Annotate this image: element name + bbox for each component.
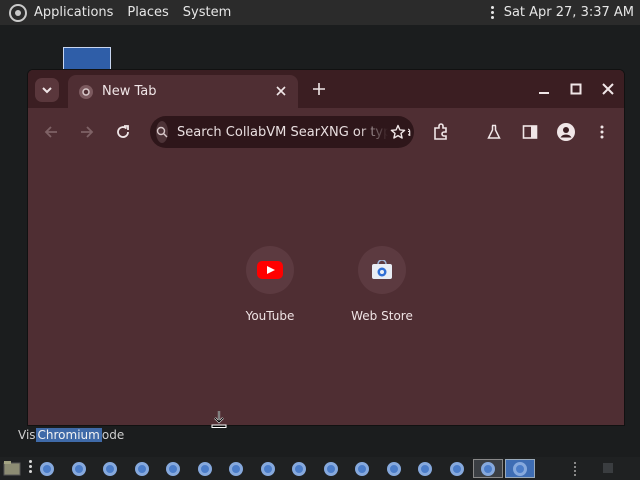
webstore-icon <box>372 260 392 279</box>
shortcut-youtube[interactable]: YouTube <box>225 246 315 323</box>
chromium-icon <box>260 461 275 476</box>
chromium-icon <box>418 461 432 476</box>
bookmark-star-button[interactable] <box>388 122 408 142</box>
browser-window: New Tab Search CollabVM SearXNG YouTube … <box>27 69 625 426</box>
maximize-icon <box>570 83 582 95</box>
extensions-button[interactable] <box>430 121 452 143</box>
menu-places[interactable]: Places <box>127 0 168 25</box>
taskbar-button[interactable] <box>410 459 440 478</box>
menu-applications[interactable]: Applications <box>34 0 113 25</box>
tab-search-button[interactable] <box>35 78 59 102</box>
taskbar-button[interactable] <box>253 459 283 478</box>
taskbar-button[interactable] <box>442 459 472 478</box>
flask-icon <box>487 124 501 139</box>
taskbar-button[interactable] <box>379 459 409 478</box>
show-desktop-icon[interactable] <box>3 460 21 476</box>
panel-handle-icon[interactable] <box>574 462 576 476</box>
avatar-icon <box>557 123 575 141</box>
taskbar-button[interactable] <box>158 459 188 478</box>
search-engine-icon[interactable] <box>156 121 168 143</box>
shortcut-label: Web Store <box>351 309 413 323</box>
drag-cursor-icon <box>211 411 227 428</box>
minimize-button[interactable] <box>535 80 553 98</box>
taskbar-button[interactable] <box>316 459 346 478</box>
taskbar-button[interactable] <box>473 459 503 478</box>
toolbar: Search CollabVM SearXNG or type a URL <box>28 108 624 156</box>
taskbar-button[interactable] <box>190 459 220 478</box>
star-icon <box>390 124 406 139</box>
clock[interactable]: Sat Apr 27, 3:37 AM <box>504 5 634 20</box>
taskbar-button[interactable] <box>284 459 314 478</box>
chrome-favicon-icon <box>79 84 93 99</box>
tooltip-highlight: Chromium <box>35 428 102 442</box>
chromium-icon <box>103 461 117 476</box>
chromium-icon <box>481 461 495 476</box>
workspace-switcher[interactable] <box>603 463 613 473</box>
taskbar-button[interactable] <box>347 459 377 478</box>
menu-logo-icon[interactable] <box>8 3 28 23</box>
panel-handle-icon[interactable] <box>490 6 495 19</box>
chromium-icon <box>40 461 54 476</box>
puzzle-icon <box>434 123 447 140</box>
close-icon <box>276 86 286 96</box>
chromium-icon <box>134 461 149 476</box>
chromium-icon <box>386 461 401 476</box>
profile-button[interactable] <box>555 121 577 143</box>
top-panel: Applications Places System Sat Apr 27, 3… <box>0 0 640 25</box>
chevron-down-icon <box>42 87 52 94</box>
shortcut-web-store[interactable]: Web Store <box>337 246 427 323</box>
forward-button[interactable] <box>76 121 98 143</box>
reload-button[interactable] <box>112 121 134 143</box>
tooltip: Vis Chromium ode <box>18 428 125 442</box>
close-icon <box>602 83 614 95</box>
arrow-right-icon <box>81 126 94 138</box>
menu-system[interactable]: System <box>183 0 231 25</box>
minimize-icon <box>539 92 549 94</box>
taskbar-button[interactable] <box>32 459 62 478</box>
side-panel-button[interactable] <box>519 121 541 143</box>
omnibox[interactable]: Search CollabVM SearXNG or type a URL <box>150 116 414 148</box>
kebab-menu-icon <box>600 125 604 139</box>
youtube-icon <box>257 261 283 279</box>
tab-close-button[interactable] <box>273 83 289 99</box>
chromium-icon <box>449 461 464 476</box>
taskbar-button[interactable] <box>95 459 125 478</box>
tab-title: New Tab <box>102 84 157 99</box>
chromium-icon <box>71 461 86 476</box>
chromium-icon <box>355 461 369 476</box>
reload-icon <box>117 125 129 138</box>
taskbar-button[interactable] <box>127 459 157 478</box>
chromium-icon <box>292 461 306 476</box>
new-tab-button[interactable] <box>310 80 328 98</box>
back-button[interactable] <box>40 121 62 143</box>
chromium-icon <box>512 461 527 476</box>
taskbar-button[interactable] <box>504 459 535 478</box>
chromium-icon <box>323 461 338 476</box>
close-window-button[interactable] <box>599 80 617 98</box>
bottom-panel <box>0 457 640 480</box>
maximize-button[interactable] <box>567 80 585 98</box>
side-panel-icon <box>522 125 538 139</box>
shortcut-label: YouTube <box>245 309 295 323</box>
arrow-left-icon <box>44 126 57 138</box>
chromium-icon <box>197 461 212 476</box>
tab-new-tab[interactable]: New Tab <box>68 75 298 108</box>
title-bar[interactable]: New Tab <box>28 70 624 108</box>
taskbar-button[interactable] <box>64 459 94 478</box>
labs-button[interactable] <box>483 121 505 143</box>
chromium-icon <box>229 461 243 476</box>
chromium-icon <box>166 461 180 476</box>
plus-icon <box>313 83 325 95</box>
menu-button[interactable] <box>591 121 613 143</box>
taskbar-button[interactable] <box>221 459 251 478</box>
